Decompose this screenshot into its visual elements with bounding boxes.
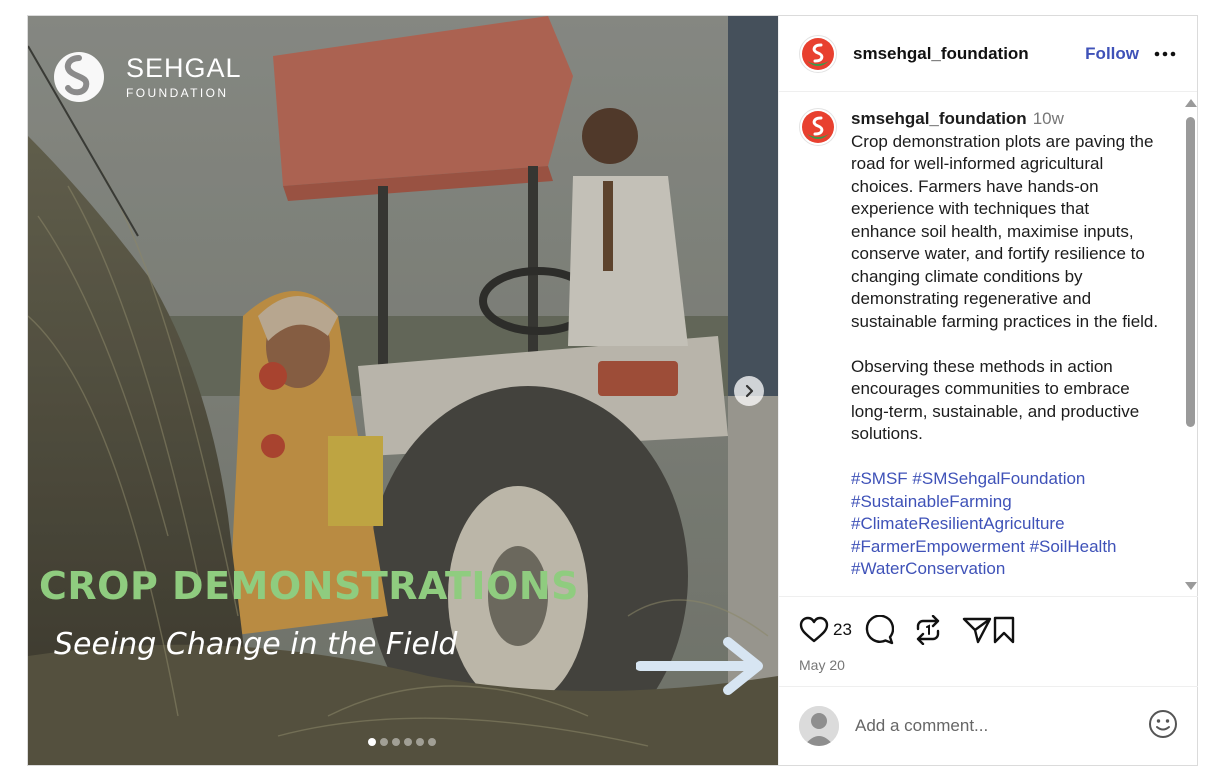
post-dialog: SEHGAL FOUNDATION CROP DEMONSTRATIONS Se… bbox=[27, 15, 1198, 766]
slide-dot bbox=[368, 738, 376, 746]
post-header: smsehgal_foundation Follow bbox=[779, 16, 1197, 92]
share-icon bbox=[962, 617, 992, 644]
scroll-down-arrow[interactable] bbox=[1185, 582, 1197, 590]
comment-button[interactable] bbox=[864, 615, 894, 645]
user-avatar bbox=[799, 706, 839, 746]
author-avatar[interactable] bbox=[799, 34, 837, 73]
more-options-button[interactable] bbox=[1153, 42, 1177, 66]
caption-paragraph-1: Crop demonstration plots are paving the … bbox=[851, 131, 1159, 331]
hashtag-list: #SMSF #SMSehgalFoundation #SustainableFa… bbox=[851, 468, 1159, 581]
caption-area[interactable]: smsehgal_foundation 10w Crop demonstratio… bbox=[779, 93, 1198, 596]
action-bar: 23 May 20 bbox=[779, 596, 1198, 686]
caption-avatar[interactable] bbox=[799, 108, 837, 146]
foundation-logo-icon bbox=[802, 37, 834, 70]
repost-button[interactable] bbox=[914, 615, 942, 645]
share-button[interactable] bbox=[962, 616, 992, 644]
brand-sub: FOUNDATION bbox=[126, 86, 229, 100]
post-side-panel: smsehgal_foundation Follow smsehgal_foun… bbox=[778, 16, 1198, 765]
follow-button[interactable]: Follow bbox=[1085, 44, 1139, 64]
comment-input[interactable] bbox=[855, 716, 1125, 736]
media-headline: CROP DEMONSTRATIONS bbox=[39, 564, 579, 608]
hashtag-link[interactable]: #SMSF bbox=[851, 469, 908, 488]
caption-scrollbar[interactable] bbox=[1182, 93, 1198, 596]
bookmark-icon bbox=[993, 616, 1015, 644]
slide-indicator bbox=[368, 738, 436, 746]
caption-time[interactable]: 10w bbox=[1033, 109, 1064, 128]
caption: smsehgal_foundation 10w Crop demonstratio… bbox=[799, 108, 1159, 581]
brand-name: SEHGAL bbox=[126, 53, 242, 83]
next-slide-button[interactable] bbox=[734, 376, 764, 406]
hashtag-link[interactable]: #WaterConservation bbox=[851, 559, 1005, 578]
user-silhouette-icon bbox=[799, 706, 839, 746]
comment-icon bbox=[865, 615, 894, 645]
header-username[interactable]: smsehgal_foundation bbox=[853, 44, 1029, 64]
emoji-icon bbox=[1149, 709, 1177, 738]
foundation-logo-icon bbox=[802, 111, 834, 143]
hashtag-link[interactable]: #SMSehgalFoundation bbox=[912, 469, 1085, 488]
hashtag-link[interactable]: #SustainableFarming bbox=[851, 492, 1012, 511]
like-button[interactable] bbox=[799, 616, 829, 644]
comment-composer bbox=[779, 686, 1198, 765]
slide-dot bbox=[416, 738, 424, 746]
chevron-right-icon bbox=[745, 384, 754, 398]
caption-username[interactable]: smsehgal_foundation bbox=[851, 109, 1027, 128]
save-button[interactable] bbox=[992, 616, 1016, 644]
hashtag-link[interactable]: #FarmerEmpowerment bbox=[851, 537, 1025, 556]
scroll-up-arrow[interactable] bbox=[1185, 99, 1197, 107]
sehgal-logo: SEHGAL FOUNDATION bbox=[54, 52, 242, 102]
slide-dot bbox=[392, 738, 400, 746]
post-media[interactable]: SEHGAL FOUNDATION CROP DEMONSTRATIONS Se… bbox=[28, 16, 778, 765]
media-subline: Seeing Change in the Field bbox=[54, 627, 458, 662]
emoji-button[interactable] bbox=[1148, 709, 1178, 744]
arrow-right-graphic bbox=[636, 637, 763, 695]
more-icon bbox=[1154, 51, 1176, 56]
hashtag-link[interactable]: #ClimateResilientAgriculture bbox=[851, 514, 1065, 533]
slide-dot bbox=[404, 738, 412, 746]
repost-icon bbox=[916, 615, 940, 645]
post-date[interactable]: May 20 bbox=[799, 657, 1178, 673]
heart-icon bbox=[799, 616, 829, 643]
like-count[interactable]: 23 bbox=[833, 620, 852, 640]
brand-mark-icon bbox=[54, 52, 104, 102]
slide-dot bbox=[428, 738, 436, 746]
slide-dot bbox=[380, 738, 388, 746]
caption-paragraph-2: Observing these methods in action encour… bbox=[851, 356, 1140, 444]
hashtag-link[interactable]: #SoilHealth bbox=[1030, 537, 1117, 556]
scroll-thumb[interactable] bbox=[1186, 117, 1195, 427]
